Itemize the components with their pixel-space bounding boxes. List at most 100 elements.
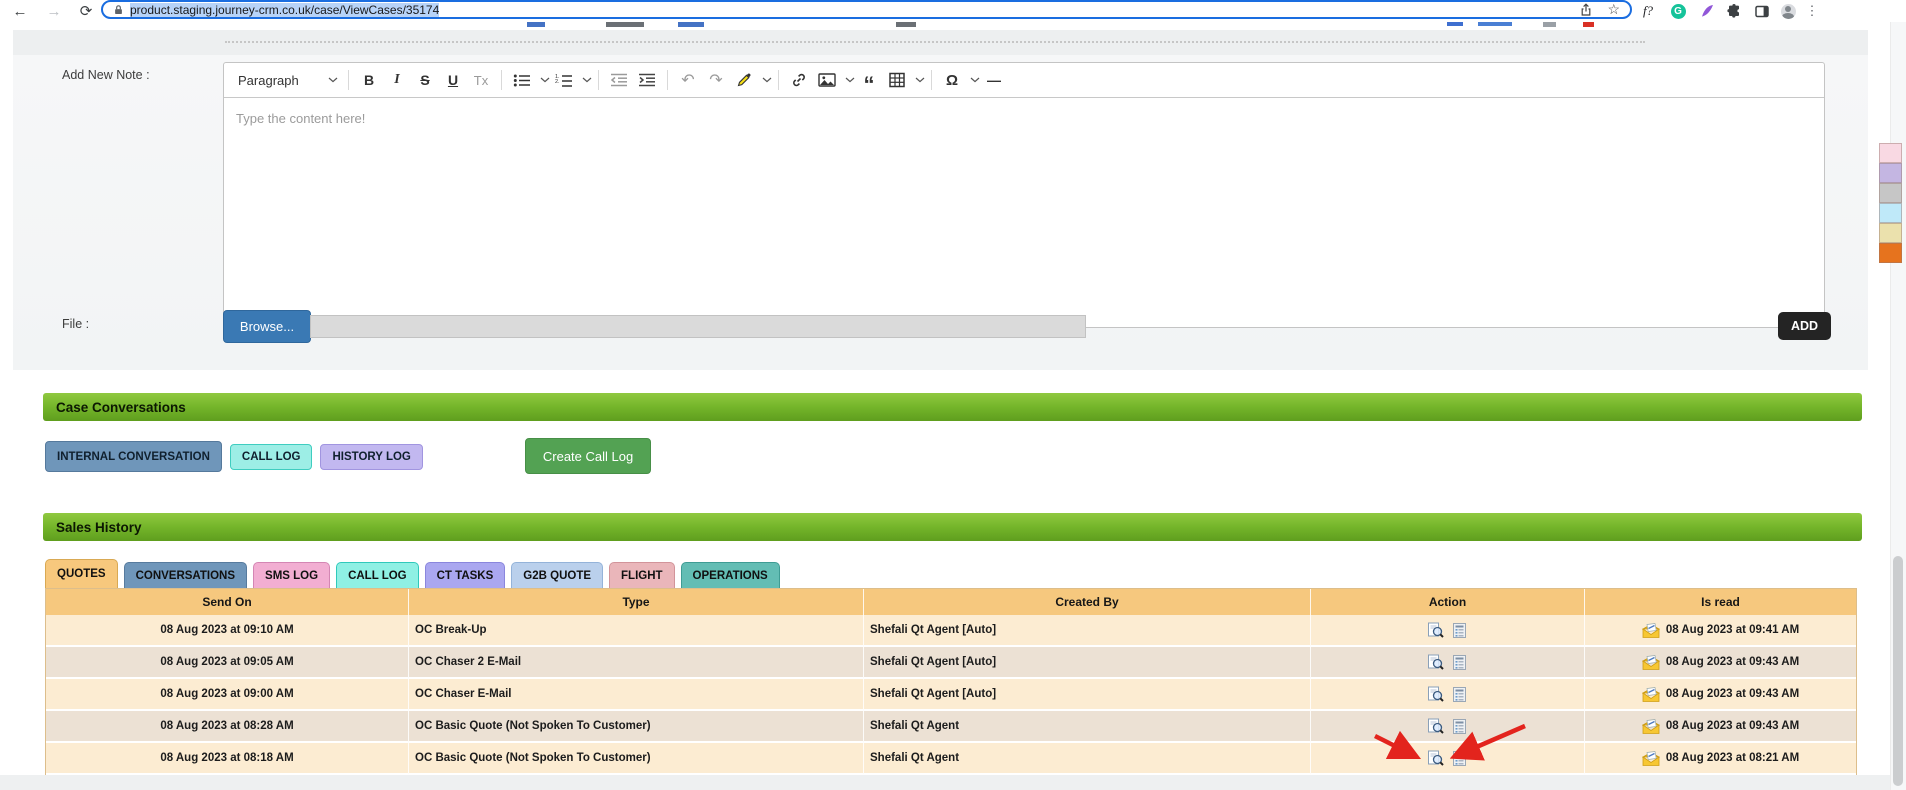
- history-log-button[interactable]: HISTORY LOG: [320, 444, 423, 470]
- created-by-cell: Shefali Qt Agent [Auto]: [864, 647, 1311, 679]
- create-call-log-button[interactable]: Create Call Log: [524, 438, 652, 474]
- browser-menu-icon[interactable]: ⋮: [1804, 0, 1820, 22]
- grammarly-extension-icon[interactable]: G: [1668, 0, 1688, 22]
- details-icon[interactable]: [1451, 685, 1469, 703]
- block-quote-icon[interactable]: “: [857, 62, 881, 98]
- created-by-cell: Shefali Qt Agent: [864, 743, 1311, 775]
- note-content-area[interactable]: Type the content here!: [224, 98, 1824, 327]
- chevron-down-icon[interactable]: [845, 77, 855, 83]
- scrollbar-thumb[interactable]: [1893, 556, 1903, 786]
- profile-avatar[interactable]: [1778, 0, 1798, 22]
- file-input-bar[interactable]: [310, 315, 1086, 338]
- palette-swatch[interactable]: [1879, 163, 1902, 183]
- extensions-puzzle-icon[interactable]: [1724, 0, 1744, 22]
- palette-swatch[interactable]: [1879, 143, 1902, 163]
- preview-icon[interactable]: [1427, 717, 1445, 735]
- file-label: File :: [62, 317, 90, 331]
- type-cell: OC Basic Quote (Not Spoken To Customer): [409, 711, 864, 743]
- details-icon[interactable]: [1451, 717, 1469, 735]
- call-log-button[interactable]: CALL LOG: [229, 444, 313, 470]
- quill-extension-icon[interactable]: [1697, 0, 1717, 22]
- strikethrough-icon[interactable]: S: [413, 67, 437, 93]
- details-icon[interactable]: [1451, 621, 1469, 639]
- rich-text-editor: Paragraph B I S U Tx 1. 2. ↶ ↷ “ Ω — Typ…: [223, 62, 1825, 328]
- url-bar[interactable]: product.staging.journey-crm.co.uk/case/V…: [101, 0, 1632, 19]
- outdent-icon[interactable]: [607, 67, 631, 93]
- bulleted-list-icon[interactable]: [510, 67, 534, 93]
- insert-image-icon[interactable]: [815, 67, 839, 93]
- paragraph-dropdown[interactable]: Paragraph: [234, 67, 342, 93]
- insert-table-icon[interactable]: [885, 67, 909, 93]
- side-panel-icon[interactable]: [1752, 0, 1772, 22]
- chevron-down-icon[interactable]: [540, 77, 550, 83]
- chevron-down-icon[interactable]: [762, 77, 772, 83]
- table-row: 08 Aug 2023 at 08:28 AM OC Basic Quote (…: [46, 711, 1856, 743]
- internal-conversation-button[interactable]: INTERNAL CONVERSATION: [45, 441, 222, 472]
- preview-icon[interactable]: [1427, 749, 1445, 767]
- add-new-note-label: Add New Note :: [62, 68, 150, 82]
- bold-icon[interactable]: B: [357, 67, 381, 93]
- underline-icon[interactable]: U: [441, 67, 465, 93]
- horizontal-line-icon[interactable]: —: [982, 67, 1006, 93]
- share-icon[interactable]: [1579, 2, 1593, 17]
- send-on-cell: 08 Aug 2023 at 09:00 AM: [46, 679, 409, 711]
- redo-icon[interactable]: ↷: [704, 67, 728, 93]
- is-read-date: 08 Aug 2023 at 09:41 AM: [1665, 624, 1800, 636]
- send-on-cell: 08 Aug 2023 at 09:05 AM: [46, 647, 409, 679]
- table-header-row: Send On Type Created By Action Is read: [46, 589, 1856, 615]
- indent-icon[interactable]: [635, 67, 659, 93]
- special-characters-icon[interactable]: Ω: [940, 67, 964, 93]
- created-by-cell: Shefali Qt Agent [Auto]: [864, 679, 1311, 711]
- send-on-cell: 08 Aug 2023 at 08:18 AM: [46, 743, 409, 775]
- palette-swatch[interactable]: [1879, 203, 1902, 223]
- table-row-highlighted: 08 Aug 2023 at 08:18 AM OC Basic Quote (…: [46, 743, 1856, 775]
- chevron-down-icon[interactable]: [582, 77, 592, 83]
- case-conversations-header: Case Conversations: [43, 393, 1862, 421]
- preview-icon[interactable]: [1427, 621, 1445, 639]
- numbered-list-icon[interactable]: 1. 2.: [552, 67, 576, 93]
- tab-call-log[interactable]: CALL LOG: [336, 562, 419, 588]
- back-icon[interactable]: ←: [8, 0, 32, 22]
- remove-format-icon[interactable]: Tx: [469, 67, 493, 93]
- reload-icon[interactable]: ⟳: [74, 0, 98, 22]
- tab-flight[interactable]: FLIGHT: [609, 562, 675, 588]
- send-on-cell: 08 Aug 2023 at 09:10 AM: [46, 615, 409, 647]
- bottom-strip: [0, 775, 1890, 790]
- link-icon[interactable]: [787, 67, 811, 93]
- email-read-icon: [1641, 654, 1660, 670]
- tab-operations[interactable]: OPERATIONS: [680, 562, 780, 588]
- action-cell: [1311, 615, 1585, 647]
- created-by-cell: Shefali Qt Agent [Auto]: [864, 615, 1311, 647]
- palette-swatch[interactable]: [1879, 243, 1902, 263]
- details-icon[interactable]: [1451, 749, 1469, 767]
- tab-ct-tasks[interactable]: CT TASKS: [424, 562, 506, 588]
- italic-icon[interactable]: I: [385, 67, 409, 93]
- chevron-down-icon: [328, 77, 338, 83]
- palette-swatch[interactable]: [1879, 183, 1902, 203]
- chevron-down-icon[interactable]: [970, 77, 980, 83]
- details-icon[interactable]: [1451, 653, 1469, 671]
- toolbar-separator: [501, 70, 502, 90]
- table-row: 08 Aug 2023 at 09:10 AM OC Break-Up Shef…: [46, 615, 1856, 647]
- undo-icon[interactable]: ↶: [676, 67, 700, 93]
- toolbar-separator: [931, 70, 932, 90]
- is-read-cell: 08 Aug 2023 at 08:21 AM: [1585, 743, 1856, 775]
- fonts-extension-icon[interactable]: f?: [1638, 0, 1658, 22]
- tab-sms-log[interactable]: SMS LOG: [253, 562, 331, 588]
- palette-swatch[interactable]: [1879, 223, 1902, 243]
- forward-icon[interactable]: →: [42, 0, 66, 22]
- column-header: Type: [409, 589, 864, 615]
- tab-g2b-quote[interactable]: G2B QUOTE: [511, 562, 604, 588]
- highlight-marker-icon[interactable]: [732, 67, 756, 93]
- preview-icon[interactable]: [1427, 685, 1445, 703]
- chevron-down-icon[interactable]: [915, 77, 925, 83]
- quotes-table: Send On Type Created By Action Is read 0…: [45, 588, 1857, 776]
- tab-quotes[interactable]: QUOTES: [45, 559, 118, 588]
- preview-icon[interactable]: [1427, 653, 1445, 671]
- bookmark-star-icon[interactable]: ☆: [1607, 1, 1620, 18]
- tab-conversations[interactable]: CONVERSATIONS: [123, 562, 248, 588]
- add-button[interactable]: ADD: [1778, 312, 1832, 340]
- browse-button[interactable]: Browse...: [223, 310, 311, 343]
- email-read-icon: [1641, 686, 1660, 702]
- email-read-icon: [1641, 750, 1660, 766]
